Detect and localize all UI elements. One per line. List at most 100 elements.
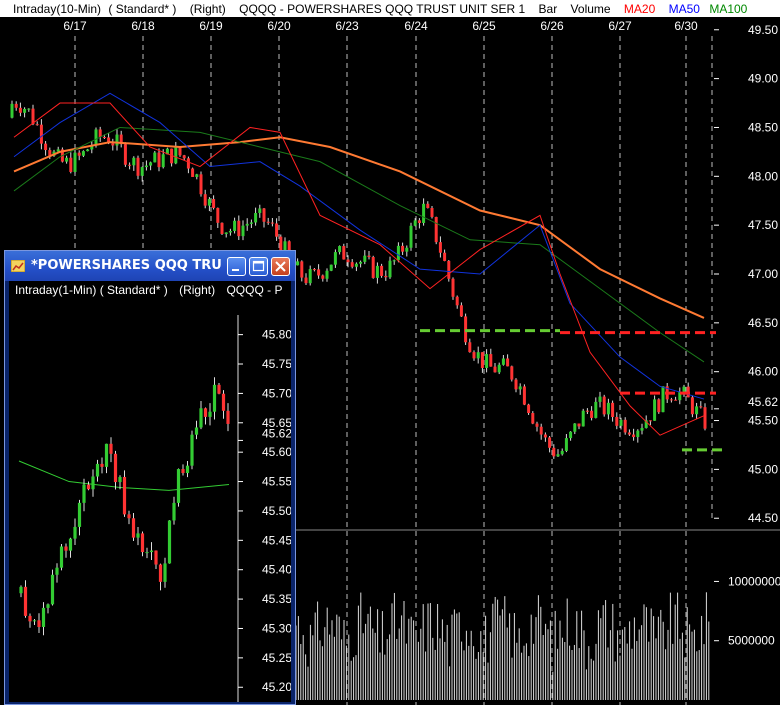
price-bar bbox=[270, 222, 274, 224]
inset-price-bar bbox=[131, 518, 136, 538]
date-label: 6/25 bbox=[472, 19, 496, 33]
price-bar bbox=[623, 419, 627, 433]
price-tick-label: 45.00 bbox=[748, 462, 778, 476]
inset-price-bar bbox=[181, 469, 185, 474]
inset-price-bar bbox=[32, 620, 37, 622]
price-bar bbox=[417, 220, 421, 224]
price-bar bbox=[522, 386, 526, 405]
price-bar bbox=[111, 143, 115, 146]
inset-price-tick-label: 45.55 bbox=[262, 475, 291, 489]
price-bar bbox=[224, 232, 228, 234]
ma100-legend: MA100 bbox=[709, 2, 747, 16]
date-label: 6/24 bbox=[404, 19, 428, 33]
price-bar bbox=[615, 416, 619, 426]
price-bar bbox=[531, 413, 535, 424]
price-bar bbox=[438, 242, 442, 253]
inset-chart-body[interactable]: Intraday(1-Min) ( Standard* ) (Right) QQ… bbox=[9, 281, 291, 702]
price-bar bbox=[594, 401, 598, 418]
inset-price-tick-label: 45.25 bbox=[262, 651, 291, 665]
inset-price-tick-label: 45.45 bbox=[262, 533, 291, 547]
price-bar bbox=[212, 199, 216, 208]
price-bar bbox=[422, 203, 426, 224]
maximize-icon bbox=[252, 260, 265, 272]
inset-chart[interactable]: 45.8045.7545.7045.6545.6245.6045.5545.50… bbox=[9, 281, 291, 702]
price-bar bbox=[233, 220, 237, 231]
price-bar bbox=[182, 155, 186, 159]
chart-style: ( Standard* ) bbox=[108, 2, 176, 16]
price-bar bbox=[237, 220, 241, 237]
price-bar bbox=[443, 252, 447, 261]
inset-price-bar bbox=[113, 453, 118, 483]
minimize-button[interactable] bbox=[227, 257, 246, 276]
price-tick-label: 47.50 bbox=[748, 218, 778, 232]
price-bar bbox=[375, 265, 379, 278]
price-bar bbox=[350, 262, 354, 267]
price-bar bbox=[485, 354, 489, 368]
price-tick-label: 49.50 bbox=[748, 23, 778, 37]
price-bar bbox=[23, 108, 27, 113]
price-bar bbox=[674, 399, 678, 401]
price-bar bbox=[699, 406, 703, 408]
date-label: 6/23 bbox=[335, 19, 359, 33]
price-bar bbox=[380, 265, 384, 276]
price-bar bbox=[338, 246, 342, 253]
price-bar bbox=[682, 386, 686, 392]
price-bar bbox=[27, 108, 31, 110]
price-bar bbox=[186, 158, 190, 169]
maximize-button[interactable] bbox=[249, 257, 268, 276]
inset-price-bar bbox=[221, 393, 226, 411]
price-bar bbox=[300, 261, 304, 278]
price-bar bbox=[459, 305, 463, 317]
price-bar bbox=[472, 352, 476, 359]
minimize-icon bbox=[232, 269, 239, 271]
inset-chart-window[interactable]: *POWERSHARES QQQ TRUST ... Intraday(1-Mi… bbox=[4, 250, 296, 705]
price-bar bbox=[342, 246, 346, 260]
price-bar bbox=[489, 354, 493, 367]
price-bar bbox=[77, 152, 81, 156]
price-bar bbox=[115, 134, 119, 146]
price-bar bbox=[317, 269, 321, 276]
volume-tick-label: 10000000 bbox=[728, 574, 780, 588]
inset-price-tick-label: 45.62 bbox=[262, 426, 291, 440]
inset-price-bar bbox=[127, 514, 131, 519]
price-bar bbox=[598, 396, 602, 402]
price-bar bbox=[619, 419, 623, 426]
inset-price-bar bbox=[73, 526, 77, 539]
inset-price-bar bbox=[64, 546, 68, 551]
date-label: 6/19 bbox=[199, 19, 223, 33]
close-icon bbox=[275, 261, 286, 272]
price-bar bbox=[690, 397, 694, 415]
price-bar bbox=[396, 245, 400, 261]
inset-price-bar bbox=[172, 502, 176, 521]
price-bar bbox=[480, 352, 484, 368]
window-title-bar[interactable]: *POWERSHARES QQQ TRUST ... bbox=[5, 251, 295, 281]
price-bar bbox=[296, 261, 300, 266]
inset-price-bar bbox=[226, 410, 230, 424]
inset-price-bar bbox=[104, 443, 109, 467]
price-bar bbox=[86, 149, 90, 152]
price-bar bbox=[275, 223, 279, 237]
price-bar bbox=[577, 423, 581, 427]
price-tick-label: 48.00 bbox=[748, 169, 778, 183]
inset-price-bar bbox=[28, 615, 32, 622]
price-bar bbox=[552, 447, 556, 457]
price-bar bbox=[346, 259, 350, 263]
ma50-legend: MA50 bbox=[669, 2, 701, 16]
price-bar bbox=[405, 247, 409, 252]
price-bar bbox=[560, 450, 564, 455]
price-bar bbox=[140, 167, 144, 176]
price-bar bbox=[199, 174, 203, 195]
price-bar bbox=[228, 230, 232, 233]
price-bar bbox=[94, 129, 98, 146]
price-bar bbox=[384, 275, 388, 278]
price-bar bbox=[401, 245, 405, 252]
price-bar bbox=[161, 154, 165, 168]
inset-price-bar bbox=[95, 463, 100, 477]
chart-window-icon bbox=[11, 260, 25, 272]
inset-price-bar bbox=[158, 564, 163, 582]
price-bar bbox=[18, 107, 22, 113]
price-bar bbox=[430, 207, 434, 217]
date-label: 6/20 bbox=[267, 19, 291, 33]
close-button[interactable] bbox=[271, 257, 290, 276]
price-bar bbox=[325, 270, 329, 279]
